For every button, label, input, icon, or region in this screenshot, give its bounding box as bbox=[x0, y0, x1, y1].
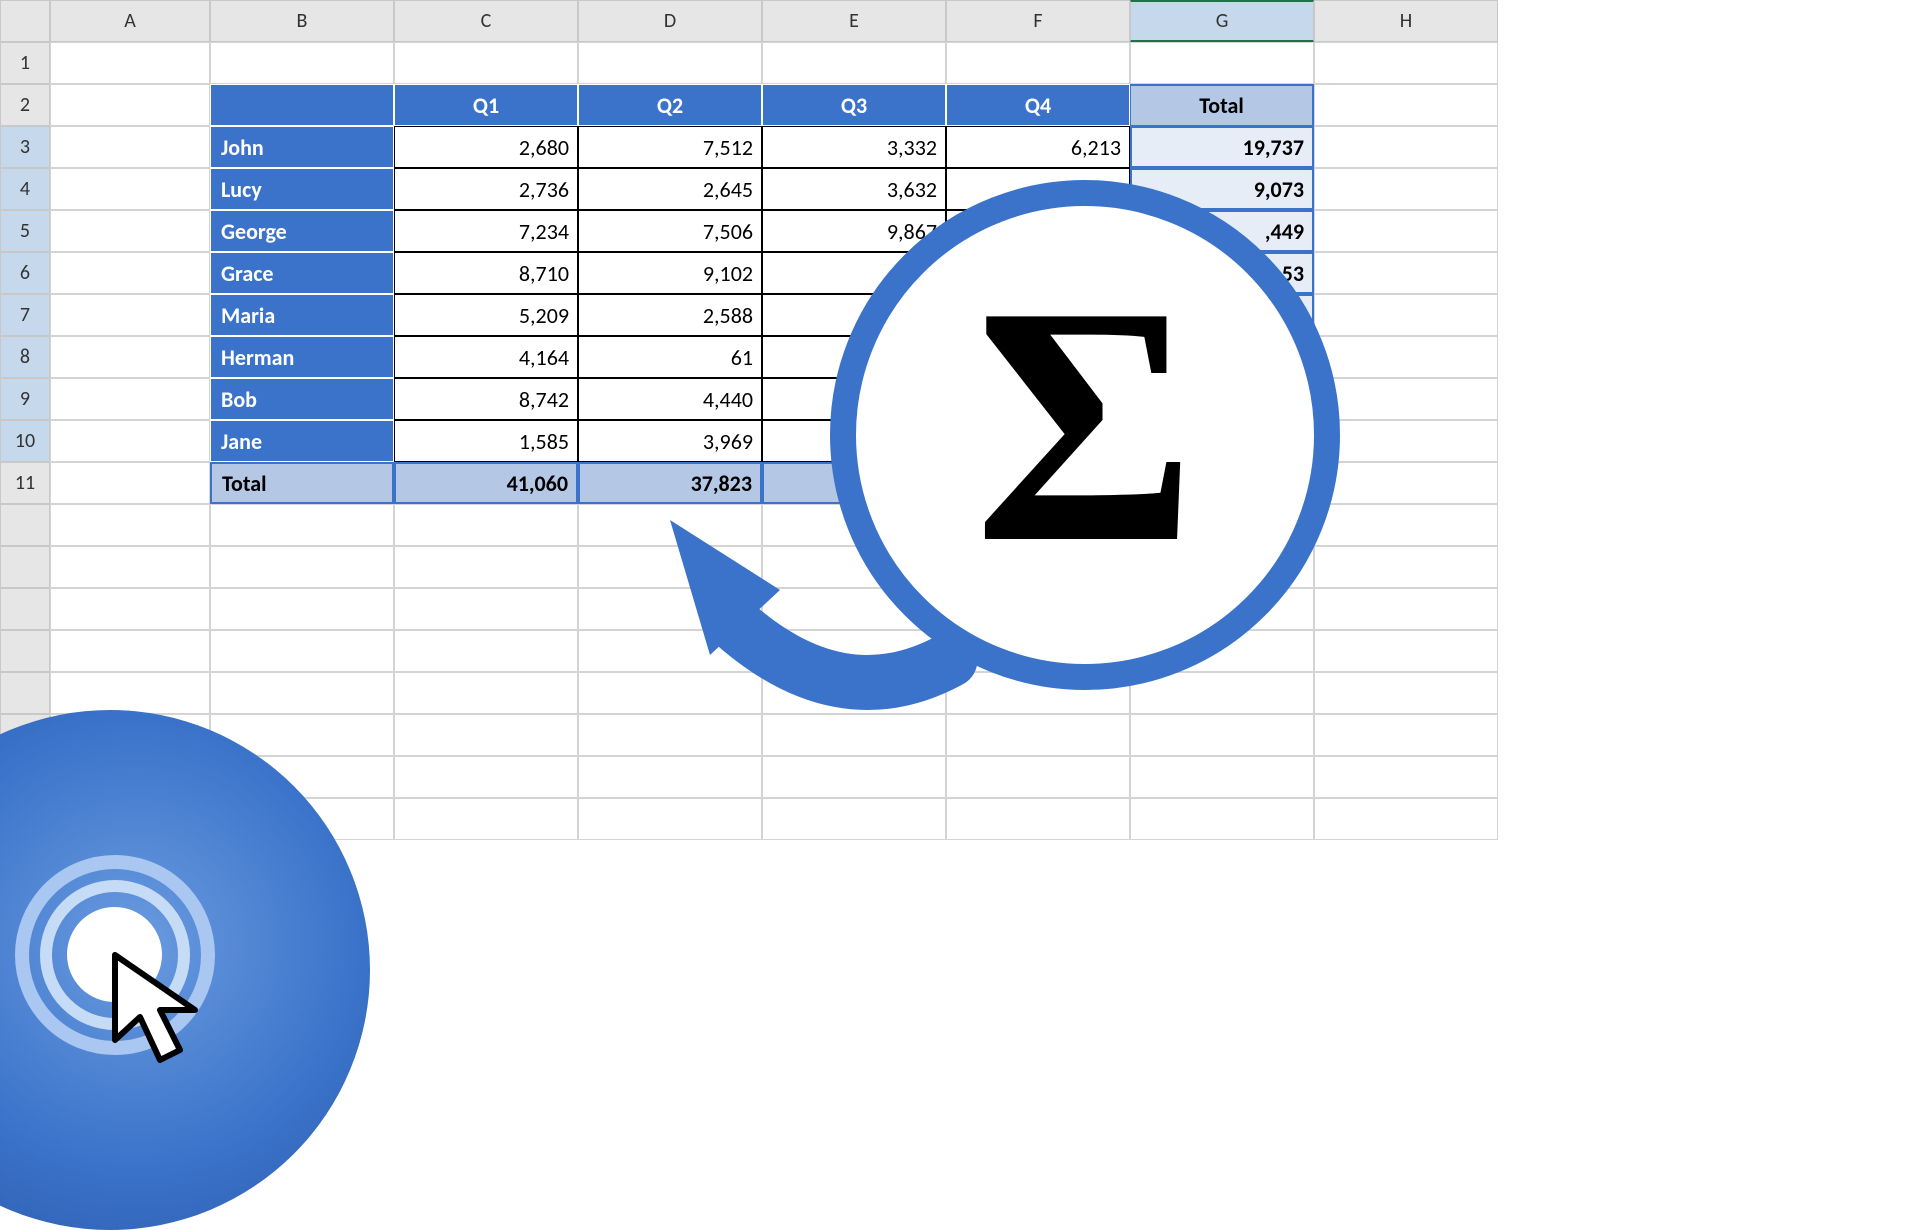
row-header-7[interactable]: 7 bbox=[0, 294, 50, 336]
row-header-6[interactable]: 6 bbox=[0, 252, 50, 294]
cell-B6[interactable]: Grace bbox=[210, 252, 394, 294]
cell-D2[interactable]: Q2 bbox=[578, 84, 762, 126]
cell-G1[interactable] bbox=[1130, 42, 1314, 84]
cell-D3[interactable]: 7,512 bbox=[578, 126, 762, 168]
cell-H9[interactable] bbox=[1314, 378, 1498, 420]
cursor-icon bbox=[105, 945, 215, 1075]
cell-H1[interactable] bbox=[1314, 42, 1498, 84]
cell-A7[interactable] bbox=[50, 294, 210, 336]
cell-H8[interactable] bbox=[1314, 336, 1498, 378]
cell-D6[interactable]: 9,102 bbox=[578, 252, 762, 294]
cell-B4[interactable]: Lucy bbox=[210, 168, 394, 210]
cell-D1[interactable] bbox=[578, 42, 762, 84]
cell-A4[interactable] bbox=[50, 168, 210, 210]
cell-D7[interactable]: 2,588 bbox=[578, 294, 762, 336]
cell-B10[interactable]: Jane bbox=[210, 420, 394, 462]
cell-F2[interactable]: Q4 bbox=[946, 84, 1130, 126]
cell-H4[interactable] bbox=[1314, 168, 1498, 210]
cell-A9[interactable] bbox=[50, 378, 210, 420]
row-header-5[interactable]: 5 bbox=[0, 210, 50, 252]
cell-E1[interactable] bbox=[762, 42, 946, 84]
cell-C4[interactable]: 2,736 bbox=[394, 168, 578, 210]
cell-C1[interactable] bbox=[394, 42, 578, 84]
cell-C11[interactable]: 41,060 bbox=[394, 462, 578, 504]
cell-F3[interactable]: 6,213 bbox=[946, 126, 1130, 168]
cell-G2[interactable]: Total bbox=[1130, 84, 1314, 126]
cell-C9[interactable]: 8,742 bbox=[394, 378, 578, 420]
cell-E2[interactable]: Q3 bbox=[762, 84, 946, 126]
cell-B1[interactable] bbox=[210, 42, 394, 84]
cell-A1[interactable] bbox=[50, 42, 210, 84]
col-header-F[interactable]: F bbox=[946, 0, 1130, 42]
row-header-15[interactable] bbox=[0, 630, 50, 672]
cell-C7[interactable]: 5,209 bbox=[394, 294, 578, 336]
cell-A2[interactable] bbox=[50, 84, 210, 126]
row-header-4[interactable]: 4 bbox=[0, 168, 50, 210]
cell-H7[interactable] bbox=[1314, 294, 1498, 336]
cell-H2[interactable] bbox=[1314, 84, 1498, 126]
cell-A8[interactable] bbox=[50, 336, 210, 378]
row-header-13[interactable] bbox=[0, 546, 50, 588]
row-header-14[interactable] bbox=[0, 588, 50, 630]
row-header-11[interactable]: 11 bbox=[0, 462, 50, 504]
cell-A3[interactable] bbox=[50, 126, 210, 168]
cell-H3[interactable] bbox=[1314, 126, 1498, 168]
row-header-3[interactable]: 3 bbox=[0, 126, 50, 168]
cell-B2[interactable] bbox=[210, 84, 394, 126]
cell-A5[interactable] bbox=[50, 210, 210, 252]
cell-C8[interactable]: 4,164 bbox=[394, 336, 578, 378]
row-header-1[interactable]: 1 bbox=[0, 42, 50, 84]
row-header-2[interactable]: 2 bbox=[0, 84, 50, 126]
cell-H10[interactable] bbox=[1314, 420, 1498, 462]
cell-B7[interactable]: Maria bbox=[210, 294, 394, 336]
cell-C5[interactable]: 7,234 bbox=[394, 210, 578, 252]
cell-H11[interactable] bbox=[1314, 462, 1498, 504]
cell-H5[interactable] bbox=[1314, 210, 1498, 252]
col-header-H[interactable]: H bbox=[1314, 0, 1498, 42]
col-header-B[interactable]: B bbox=[210, 0, 394, 42]
row-header-16[interactable] bbox=[0, 672, 50, 714]
cell-B3[interactable]: John bbox=[210, 126, 394, 168]
autosum-sigma-icon: Σ bbox=[830, 180, 1340, 690]
cell-D4[interactable]: 2,645 bbox=[578, 168, 762, 210]
cell-B9[interactable]: Bob bbox=[210, 378, 394, 420]
select-all-corner[interactable] bbox=[0, 0, 50, 42]
cell-H6[interactable] bbox=[1314, 252, 1498, 294]
col-header-E[interactable]: E bbox=[762, 0, 946, 42]
cell-A10[interactable] bbox=[50, 420, 210, 462]
col-header-D[interactable]: D bbox=[578, 0, 762, 42]
col-header-G[interactable]: G bbox=[1130, 0, 1314, 42]
col-header-C[interactable]: C bbox=[394, 0, 578, 42]
cell-D5[interactable]: 7,506 bbox=[578, 210, 762, 252]
sigma-glyph: Σ bbox=[974, 255, 1196, 595]
row-header-9[interactable]: 9 bbox=[0, 378, 50, 420]
cell-A12[interactable] bbox=[50, 504, 210, 546]
cell-C10[interactable]: 1,585 bbox=[394, 420, 578, 462]
row-header-8[interactable]: 8 bbox=[0, 336, 50, 378]
cell-C6[interactable]: 8,710 bbox=[394, 252, 578, 294]
row-header-10[interactable]: 10 bbox=[0, 420, 50, 462]
cell-A6[interactable] bbox=[50, 252, 210, 294]
cell-C3[interactable]: 2,680 bbox=[394, 126, 578, 168]
cell-G3[interactable]: 19,737 bbox=[1130, 126, 1314, 168]
col-header-A[interactable]: A bbox=[50, 0, 210, 42]
cell-E4[interactable]: 3,632 bbox=[762, 168, 946, 210]
cell-D8[interactable]: 61 bbox=[578, 336, 762, 378]
cell-C2[interactable]: Q1 bbox=[394, 84, 578, 126]
cell-D10[interactable]: 3,969 bbox=[578, 420, 762, 462]
cell-B8[interactable]: Herman bbox=[210, 336, 394, 378]
cell-A11[interactable] bbox=[50, 462, 210, 504]
cell-B5[interactable]: George bbox=[210, 210, 394, 252]
cell-E3[interactable]: 3,332 bbox=[762, 126, 946, 168]
cell-B11[interactable]: Total bbox=[210, 462, 394, 504]
cell-D9[interactable]: 4,440 bbox=[578, 378, 762, 420]
cell-F1[interactable] bbox=[946, 42, 1130, 84]
row-header-12[interactable] bbox=[0, 504, 50, 546]
